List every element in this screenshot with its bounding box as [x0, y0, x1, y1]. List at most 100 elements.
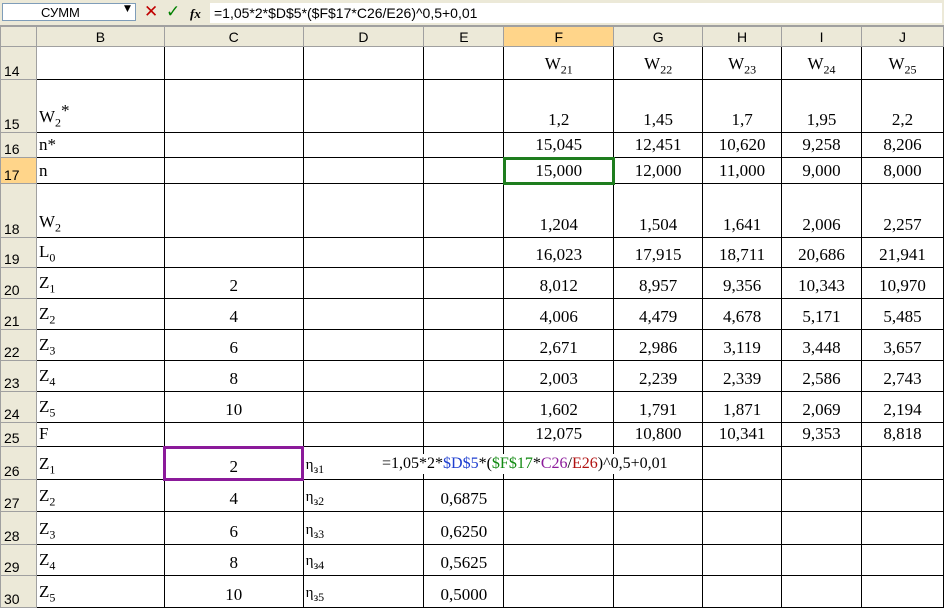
cell-j17[interactable]: 8,000 — [861, 157, 944, 184]
cell-d27[interactable]: ηз2 — [302, 479, 425, 512]
chevron-down-icon[interactable]: ▼ — [124, 4, 131, 14]
cell-h16[interactable]: 10,620 — [702, 132, 783, 158]
cell-i23[interactable]: 2,586 — [781, 360, 862, 392]
column-header-d[interactable]: D — [302, 26, 425, 47]
cell-c22[interactable]: 6 — [163, 329, 304, 361]
column-header-h[interactable]: H — [702, 26, 783, 47]
cell-b16[interactable]: n* — [35, 132, 165, 158]
cell-c21[interactable]: 4 — [163, 298, 304, 330]
row-header[interactable]: 29 — [0, 544, 37, 576]
row-header[interactable]: 26 — [0, 446, 37, 480]
cell-b26[interactable]: Z1 — [35, 446, 165, 480]
cell-c30[interactable]: 10 — [163, 575, 304, 608]
cell-d30[interactable]: ηз5 — [302, 575, 425, 608]
cell-c20[interactable]: 2 — [163, 267, 304, 299]
cell-c27[interactable]: 4 — [163, 479, 304, 512]
cell-b18[interactable]: W2 — [35, 183, 165, 238]
cell-j29[interactable] — [861, 544, 944, 576]
column-header-c[interactable]: C — [163, 26, 304, 47]
cell-d19[interactable] — [302, 237, 425, 268]
cell-h21[interactable]: 4,678 — [702, 298, 783, 330]
formula-input[interactable]: =1,05*2*$D$5*($F$17*C26/E26)^0,5+0,01 — [210, 3, 942, 23]
cell-e27[interactable]: 0,6875 — [423, 479, 505, 512]
row-header[interactable]: 22 — [0, 329, 37, 361]
enter-edit-button[interactable]: ✓ — [166, 2, 180, 22]
cell-b28[interactable]: Z3 — [35, 511, 165, 545]
cell-j14[interactable]: W25 — [861, 46, 944, 80]
cell-b25[interactable]: F — [35, 422, 165, 447]
cell-e24[interactable] — [423, 391, 505, 423]
cell-e23[interactable] — [423, 360, 505, 392]
cell-j27[interactable] — [861, 479, 944, 512]
cell-g19[interactable]: 17,915 — [613, 237, 704, 268]
cell-e19[interactable] — [423, 237, 505, 268]
cell-g24[interactable]: 1,791 — [613, 391, 704, 423]
in-cell-editor[interactable]: =1,05*2*$D$5*($F$17*C26/E26)^0,5+0,01 — [380, 454, 670, 474]
cell-h20[interactable]: 9,356 — [702, 267, 783, 299]
cell-h17[interactable]: 11,000 — [702, 157, 783, 184]
cell-i28[interactable] — [781, 511, 862, 545]
cell-b20[interactable]: Z1 — [35, 267, 165, 299]
cell-c26[interactable]: 2 — [163, 445, 305, 481]
cell-g21[interactable]: 4,479 — [613, 298, 704, 330]
cell-f27[interactable] — [503, 479, 615, 512]
cell-d17[interactable] — [302, 157, 425, 184]
row-header[interactable]: 18 — [0, 183, 37, 238]
cell-j16[interactable]: 8,206 — [861, 132, 944, 158]
row-header[interactable]: 30 — [0, 575, 37, 608]
cell-g23[interactable]: 2,239 — [613, 360, 704, 392]
cell-f16[interactable]: 15,045 — [503, 132, 615, 158]
cell-i27[interactable] — [781, 479, 862, 512]
row-header[interactable]: 20 — [0, 267, 37, 299]
cell-h29[interactable] — [702, 544, 783, 576]
cell-h27[interactable] — [702, 479, 783, 512]
column-header-g[interactable]: G — [613, 26, 704, 47]
cell-j25[interactable]: 8,818 — [861, 422, 944, 447]
select-all-corner[interactable] — [0, 26, 37, 47]
cell-c25[interactable] — [163, 422, 304, 447]
cell-g20[interactable]: 8,957 — [613, 267, 704, 299]
cell-b23[interactable]: Z4 — [35, 360, 165, 392]
cell-g27[interactable] — [613, 479, 704, 512]
cell-f25[interactable]: 12,075 — [503, 422, 615, 447]
cell-b24[interactable]: Z5 — [35, 391, 165, 423]
cell-b21[interactable]: Z2 — [35, 298, 165, 330]
row-header[interactable]: 19 — [0, 237, 37, 268]
cell-b17[interactable]: n — [35, 157, 165, 184]
cell-g29[interactable] — [613, 544, 704, 576]
cell-i21[interactable]: 5,171 — [781, 298, 862, 330]
cell-f14[interactable]: W21 — [503, 46, 615, 80]
column-header-e[interactable]: E — [423, 26, 505, 47]
cell-i18[interactable]: 2,006 — [781, 183, 862, 238]
cell-f18[interactable]: 1,204 — [503, 183, 615, 238]
cell-f17[interactable]: 15,000 — [502, 156, 615, 185]
cell-d23[interactable] — [302, 360, 425, 392]
cell-i25[interactable]: 9,353 — [781, 422, 862, 447]
cell-i19[interactable]: 20,686 — [781, 237, 862, 268]
cell-b29[interactable]: Z4 — [35, 544, 165, 576]
cell-j26[interactable] — [861, 446, 944, 480]
cell-i26[interactable] — [781, 446, 862, 480]
cell-e14[interactable] — [423, 46, 505, 80]
cell-j19[interactable]: 21,941 — [861, 237, 944, 268]
cell-e17[interactable] — [423, 157, 505, 184]
cell-h18[interactable]: 1,641 — [702, 183, 783, 238]
row-header[interactable]: 14 — [0, 46, 37, 80]
cell-h22[interactable]: 3,119 — [702, 329, 783, 361]
cell-c24[interactable]: 10 — [163, 391, 304, 423]
cell-e21[interactable] — [423, 298, 505, 330]
column-header-b[interactable]: B — [35, 26, 165, 47]
cell-d24[interactable] — [302, 391, 425, 423]
cell-c14[interactable] — [163, 46, 304, 80]
cell-h25[interactable]: 10,341 — [702, 422, 783, 447]
column-header-i[interactable]: I — [781, 26, 862, 47]
cell-g17[interactable]: 12,000 — [613, 157, 704, 184]
cell-h24[interactable]: 1,871 — [702, 391, 783, 423]
cell-f21[interactable]: 4,006 — [503, 298, 615, 330]
cell-d29[interactable]: ηз4 — [302, 544, 425, 576]
column-header-f[interactable]: F — [503, 26, 615, 47]
cell-i24[interactable]: 2,069 — [781, 391, 862, 423]
column-header-j[interactable]: J — [861, 26, 944, 47]
cell-h30[interactable] — [702, 575, 783, 608]
cell-d28[interactable]: ηз3 — [302, 511, 425, 545]
